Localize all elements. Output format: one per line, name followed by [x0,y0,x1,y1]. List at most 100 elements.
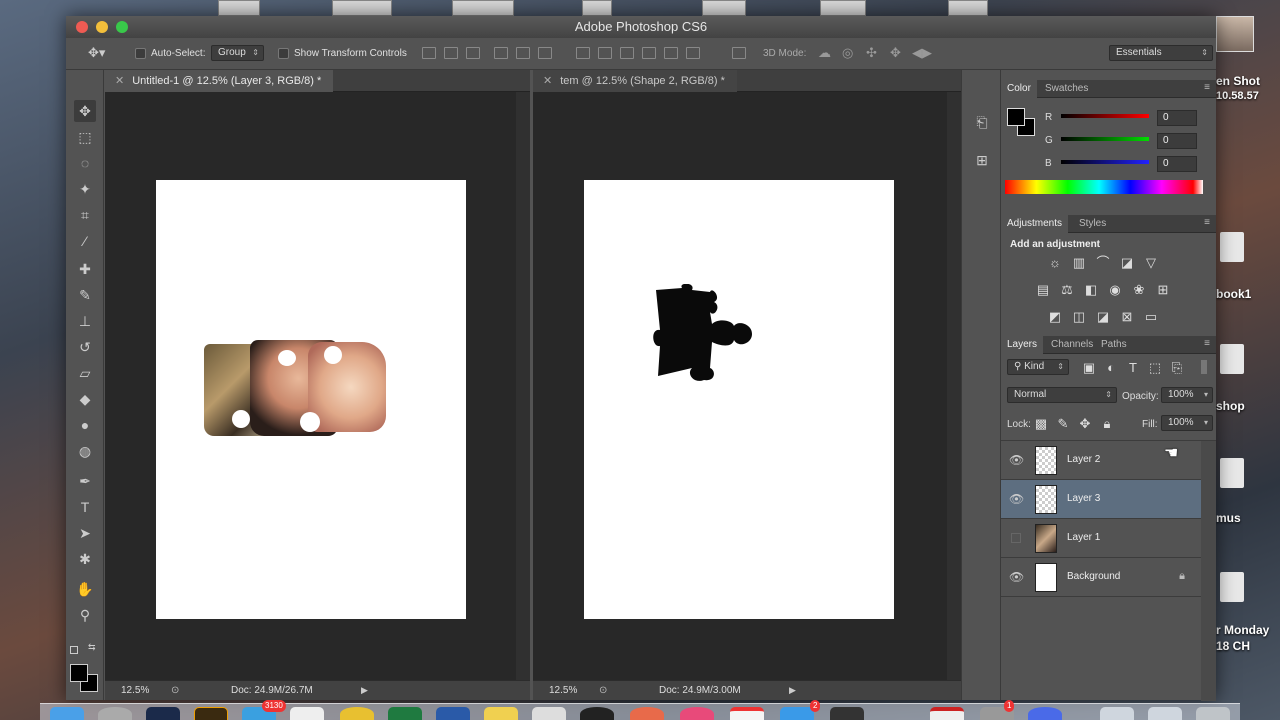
desktop-file-thumb[interactable] [582,0,612,16]
align-vertical-center-icon[interactable] [444,47,458,59]
align-horizontal-center-icon[interactable] [516,47,530,59]
visibility-eye-icon[interactable]: 👁︎ [1009,492,1024,506]
green-value-input[interactable]: 0 [1157,133,1197,149]
distribute-bottom-icon[interactable] [620,47,634,59]
document-tab-untitled[interactable]: ✕ Untitled-1 @ 12.5% (Layer 3, RGB/8) * [105,70,334,92]
3d-slide-icon[interactable]: ✥ [890,45,901,61]
desktop-file-thumb[interactable] [820,0,866,16]
visibility-toggle-off[interactable] [1011,533,1021,543]
tab-color[interactable]: Color [1001,80,1037,98]
levels-icon[interactable]: ▥ [1071,256,1087,270]
align-right-icon[interactable] [538,47,552,59]
downloads-folder-dock-icon[interactable] [1100,707,1134,720]
lasso-tool-icon[interactable]: ◌ [74,152,96,174]
3d-rotate-icon[interactable]: ☁ [818,45,831,61]
exposure-icon[interactable]: ◪ [1119,256,1135,270]
channel-mixer-icon[interactable]: ❀ [1131,283,1147,297]
layer-row-background[interactable]: 👁︎ Background 🔒︎ [1001,558,1201,597]
filter-type-icon[interactable]: T [1125,361,1141,375]
3d-scale-icon[interactable]: ◀▶ [912,45,932,61]
color-lookup-icon[interactable]: ⊞ [1155,283,1171,297]
notes-dock-icon[interactable] [484,707,518,720]
red-slider[interactable]: R 0 [1045,110,1213,126]
blue-slider[interactable]: B 0 [1045,156,1213,172]
panel-menu-icon[interactable]: ≡ [1204,338,1210,349]
layer-row-layer-3[interactable]: 👁︎ Layer 3 [1001,480,1201,519]
status-menu-arrow-icon[interactable]: ▶ [361,681,368,700]
distribute-hcenter-icon[interactable] [664,47,678,59]
3d-roll-icon[interactable]: ◎ [842,45,853,61]
distribute-center-icon[interactable] [598,47,612,59]
panel-menu-icon[interactable]: ≡ [1204,82,1210,93]
visibility-eye-icon[interactable]: 👁︎ [1009,570,1024,584]
title-bar[interactable]: Adobe Photoshop CS6 [66,16,1216,38]
desktop-file-thumb[interactable] [702,0,746,16]
puzzle-shape-layer[interactable] [652,284,762,384]
documents-folder-dock-icon[interactable] [1148,707,1182,720]
move-tool-preset-icon[interactable]: ✥▾ [88,45,105,61]
distribute-right-icon[interactable] [686,47,700,59]
properties-panel-icon[interactable]: ⊞ [972,150,992,170]
document-scrollbar[interactable] [516,92,530,680]
blur-tool-icon[interactable]: ● [74,414,96,436]
layer-name[interactable]: Background [1067,571,1120,582]
visibility-eye-icon[interactable]: 👁︎ [1009,453,1024,467]
brush-tool-icon[interactable]: ✎ [74,284,96,306]
zoom-level[interactable]: 12.5% [549,681,577,700]
type-tool-icon[interactable]: T [74,496,96,518]
desktop-file-thumb[interactable] [332,0,392,16]
document-file-icon[interactable] [1220,458,1244,488]
close-tab-icon[interactable]: ✕ [543,75,552,87]
close-tab-icon[interactable]: ✕ [115,75,124,87]
path-selection-tool-icon[interactable]: ➤ [74,522,96,544]
zoom-level[interactable]: 12.5% [121,681,149,700]
document-scrollbar[interactable] [947,92,961,680]
close-window-button[interactable] [76,21,88,33]
panel-menu-icon[interactable]: ≡ [1204,217,1210,228]
brightness-contrast-icon[interactable]: ☼ [1047,256,1063,270]
green-slider-track[interactable] [1061,137,1149,141]
tab-styles[interactable]: Styles [1073,215,1112,233]
filter-smart-object-icon[interactable]: ⎘ [1169,361,1185,375]
blue-value-input[interactable]: 0 [1157,156,1197,172]
itunes-dock-icon[interactable] [680,707,714,720]
filter-shape-icon[interactable]: ⬚ [1147,361,1163,375]
fill-input[interactable]: 100% ▾ [1161,415,1213,431]
layers-scrollbar[interactable] [1201,441,1216,701]
app-store-dock-icon[interactable] [780,707,814,720]
color-balance-icon[interactable]: ⚖ [1059,283,1075,297]
default-colors-icon[interactable] [70,646,78,654]
status-info-icon[interactable]: ⊙ [171,681,179,700]
black-white-icon[interactable]: ◧ [1083,283,1099,297]
posterize-icon[interactable]: ◫ [1071,310,1087,324]
layer-name[interactable]: Layer 3 [1067,493,1100,504]
chrome-dock-icon[interactable] [340,707,374,720]
clock-dock-icon[interactable] [580,707,614,720]
calendar-app-dock-icon[interactable] [730,707,764,720]
trash-dock-icon[interactable] [1196,707,1230,720]
align-bottom-icon[interactable] [466,47,480,59]
zoom-tool-icon[interactable]: ⚲ [74,604,96,626]
photoshop-dock-icon[interactable] [146,707,180,720]
zoom-window-button[interactable] [116,21,128,33]
paint-bucket-tool-icon[interactable]: ◆ [74,388,96,410]
status-menu-arrow-icon[interactable]: ▶ [789,681,796,700]
pen-tool-icon[interactable]: ✒ [74,470,96,492]
auto-select-checkbox[interactable] [135,48,146,59]
lock-position-icon[interactable]: ✥ [1077,417,1093,431]
blend-mode-dropdown[interactable]: Normal ⇕ [1007,387,1117,403]
lock-image-icon[interactable]: ✎ [1055,417,1071,431]
3d-pan-icon[interactable]: ✣ [866,45,877,61]
layer-row-layer-1[interactable]: Layer 1 [1001,519,1201,558]
align-left-icon[interactable] [494,47,508,59]
layer-name[interactable]: Layer 2 [1067,454,1100,465]
dodge-tool-icon[interactable]: ◍ [74,440,96,462]
canvas-untitled[interactable] [156,180,466,619]
calendar-dock-icon[interactable] [290,707,324,720]
spreadsheet-file-icon[interactable] [1220,232,1244,262]
filter-pixel-icon[interactable]: ▣ [1081,361,1097,375]
illustrator-dock-icon[interactable] [194,707,228,720]
history-panel-icon[interactable]: ⎗ [972,112,992,132]
selective-color-icon[interactable]: ⊠ [1119,310,1135,324]
eraser-tool-icon[interactable]: ▱ [74,362,96,384]
